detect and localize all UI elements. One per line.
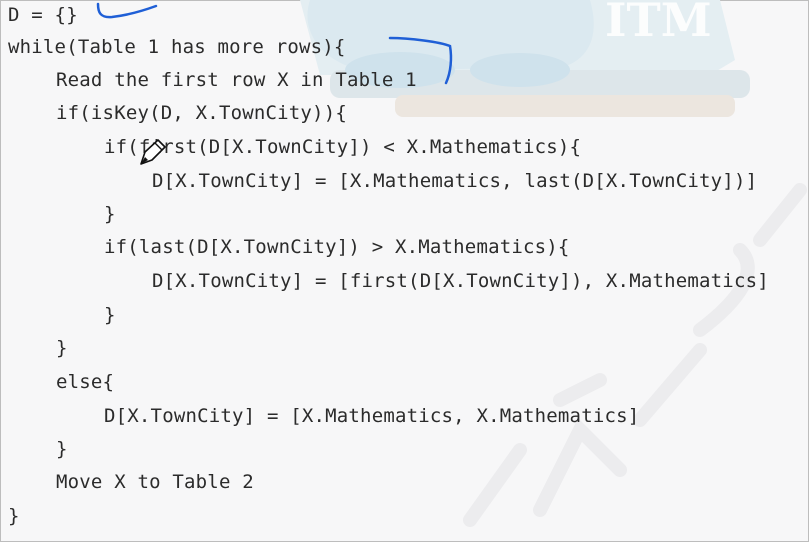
code-line-7: } <box>104 203 116 225</box>
code-line-12: else{ <box>56 371 115 393</box>
code-line-15: Move X to Table 2 <box>56 471 254 493</box>
code-line-13: D[X.TownCity] = [X.Mathematics, X.Mathem… <box>104 405 640 427</box>
code-line-6: D[X.TownCity] = [X.Mathematics, last(D[X… <box>152 170 758 192</box>
code-line-8: if(last(D[X.TownCity]) > X.Mathematics){ <box>104 236 570 258</box>
code-line-14: } <box>56 438 68 460</box>
code-line-3: Read the first row X in Table 1 <box>56 69 417 91</box>
code-line-11: } <box>56 337 68 359</box>
code-line-9: D[X.TownCity] = [first(D[X.TownCity]), X… <box>152 270 769 292</box>
code-line-4: if(isKey(D, X.TownCity)){ <box>56 102 347 124</box>
code-line-10: } <box>104 304 116 326</box>
code-line-16: } <box>8 505 20 527</box>
code-line-1: D = {} <box>8 4 78 26</box>
code-line-5: if(first(D[X.TownCity]) < X.Mathematics)… <box>104 136 582 158</box>
pseudocode-block: D = {} while(Table 1 has more rows){ Rea… <box>0 0 809 542</box>
code-line-2: while(Table 1 has more rows){ <box>8 36 346 58</box>
